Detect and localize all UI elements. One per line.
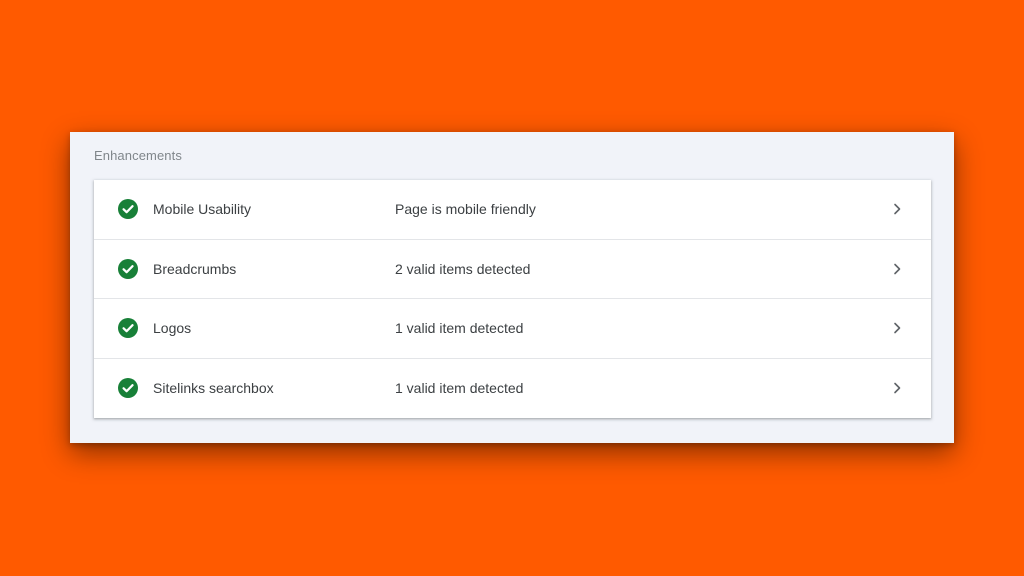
list-item-mobile-usability[interactable]: Mobile Usability Page is mobile friendly	[94, 180, 931, 240]
chevron-right-icon[interactable]	[889, 201, 905, 217]
check-circle-icon	[118, 378, 138, 399]
item-name: Sitelinks searchbox	[153, 380, 274, 397]
enhancements-list: Mobile Usability Page is mobile friendly…	[94, 180, 931, 418]
check-circle-icon	[118, 318, 138, 339]
item-status: Page is mobile friendly	[395, 201, 536, 218]
check-circle-icon	[118, 199, 138, 220]
chevron-right-icon[interactable]	[889, 380, 905, 396]
item-status: 1 valid item detected	[395, 320, 524, 337]
item-status: 2 valid items detected	[395, 260, 531, 277]
check-circle-icon	[118, 258, 138, 279]
enhancements-panel: Enhancements Mobile Usability Page is mo…	[70, 132, 954, 443]
chevron-right-icon[interactable]	[889, 320, 905, 336]
list-item-logos[interactable]: Logos 1 valid item detected	[94, 299, 931, 359]
item-status: 1 valid item detected	[395, 380, 524, 397]
item-name: Breadcrumbs	[153, 260, 237, 277]
list-item-sitelinks-searchbox[interactable]: Sitelinks searchbox 1 valid item detecte…	[94, 359, 931, 419]
section-title: Enhancements	[94, 148, 182, 163]
item-name: Logos	[153, 320, 192, 337]
chevron-right-icon[interactable]	[889, 261, 905, 277]
item-name: Mobile Usability	[153, 201, 252, 218]
list-item-breadcrumbs[interactable]: Breadcrumbs 2 valid items detected	[94, 240, 931, 299]
